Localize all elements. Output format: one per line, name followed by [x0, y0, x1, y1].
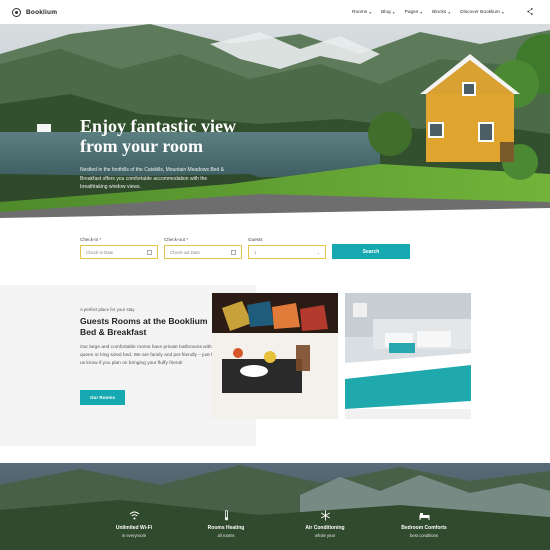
- rooms-eyebrow: A perfect place for your stay: [80, 307, 135, 312]
- checkin-placeholder: Check-in Date: [86, 249, 114, 255]
- chevron-down-icon: ▾: [448, 10, 451, 15]
- chevron-down-icon: ▾: [392, 10, 395, 15]
- nav-item-pages[interactable]: Pages ▾: [405, 10, 423, 15]
- breakfast-tray-photo: [212, 293, 338, 419]
- search-button[interactable]: Search: [332, 244, 410, 259]
- nav-label-blog: Blog: [381, 9, 391, 15]
- nav-label-rooms: Rooms: [352, 9, 368, 15]
- thermometer-icon: [224, 510, 228, 521]
- chevron-down-icon: ⌄: [316, 249, 320, 255]
- amenity-bedroom-title: Bedroom Comforts: [401, 525, 447, 531]
- logo-icon: [12, 7, 21, 17]
- hero-section: Enjoy fantastic view from your room Nest…: [0, 24, 550, 222]
- hero-title: Enjoy fantastic view from your room: [80, 116, 236, 156]
- nav-item-blog[interactable]: Blog ▾: [381, 10, 395, 15]
- amenity-wifi: Unlimited Wi-Fi in everyroom: [94, 510, 174, 538]
- checkout-placeholder: Check-out Date: [170, 249, 200, 255]
- mountains-background-image: [0, 455, 550, 550]
- checkout-input[interactable]: Check-out Date: [164, 245, 242, 259]
- logo-text: Booklium: [26, 8, 58, 16]
- amenity-bedroom-subtitle: best conditions: [410, 533, 438, 538]
- nav-label-pages: Pages: [404, 9, 419, 15]
- nav-item-discover[interactable]: Discover Booklium ▾: [460, 10, 504, 15]
- rooms-title: Guests Rooms at the Booklium Bed & Break…: [80, 316, 208, 337]
- amenity-ac-title: Air Conditioning: [305, 525, 345, 531]
- chevron-down-icon: ▾: [420, 10, 423, 15]
- guests-value: 1: [254, 249, 257, 255]
- guests-select[interactable]: 1 ⌄: [248, 245, 326, 259]
- chevron-down-icon: ▾: [501, 10, 504, 15]
- guests-field: Guests 1 ⌄: [248, 237, 326, 259]
- chevron-down-icon: ▾: [369, 10, 372, 15]
- logo[interactable]: Booklium: [12, 7, 58, 17]
- amenity-heating-subtitle: all rooms: [217, 533, 235, 538]
- site-header: Booklium Rooms ▾ Blog ▾ Pages ▾ Blocks ▾ Dis…: [0, 0, 550, 24]
- checkin-input[interactable]: Check-in Date: [80, 245, 158, 259]
- wifi-icon: [129, 511, 139, 520]
- calendar-icon: [231, 249, 236, 255]
- nav-item-rooms[interactable]: Rooms ▾: [352, 10, 371, 15]
- checkin-field: Check-in * Check-in Date: [80, 237, 158, 259]
- calendar-icon: [147, 249, 152, 255]
- nav-label-discover: Discover Booklium: [460, 9, 500, 15]
- hero-description: Nestled in the foothills of the Catskill…: [80, 167, 224, 190]
- amenity-bedroom: Bedroom Comforts best conditions: [384, 510, 464, 538]
- checkout-field: Check-out * Check-out Date: [164, 237, 242, 259]
- booking-form: Check-in * Check-in Date Check-out * Che…: [0, 222, 550, 285]
- amenity-wifi-title: Unlimited Wi-Fi: [115, 525, 153, 531]
- checkout-label: Check-out *: [164, 237, 189, 242]
- amenity-wifi-subtitle: in everyroom: [121, 533, 147, 538]
- bedroom-photo: [345, 293, 471, 419]
- checkin-label: Check-in *: [80, 237, 102, 242]
- guests-label: Guests: [248, 237, 263, 242]
- amenity-ac-subtitle: whole year: [314, 533, 336, 538]
- snowflake-icon: [320, 510, 330, 521]
- nav-item-blocks[interactable]: Blocks ▾: [432, 10, 450, 15]
- bed-icon: [419, 513, 429, 520]
- our-rooms-button[interactable]: Our Rooms: [80, 390, 125, 405]
- amenity-heating: Rooms Heating all rooms: [186, 510, 266, 538]
- rooms-description: Our large and comfortable rooms have pri…: [80, 345, 217, 367]
- nav-label-blocks: Blocks: [432, 9, 447, 15]
- main-nav: Rooms ▾ Blog ▾ Pages ▾ Blocks ▾ Discover Boo…: [352, 0, 504, 24]
- share-icon[interactable]: [527, 8, 533, 15]
- amenity-air-conditioning: Air Conditioning whole year: [285, 510, 365, 538]
- amenities-section: [0, 455, 550, 550]
- amenity-heating-title: Rooms Heating: [207, 525, 245, 531]
